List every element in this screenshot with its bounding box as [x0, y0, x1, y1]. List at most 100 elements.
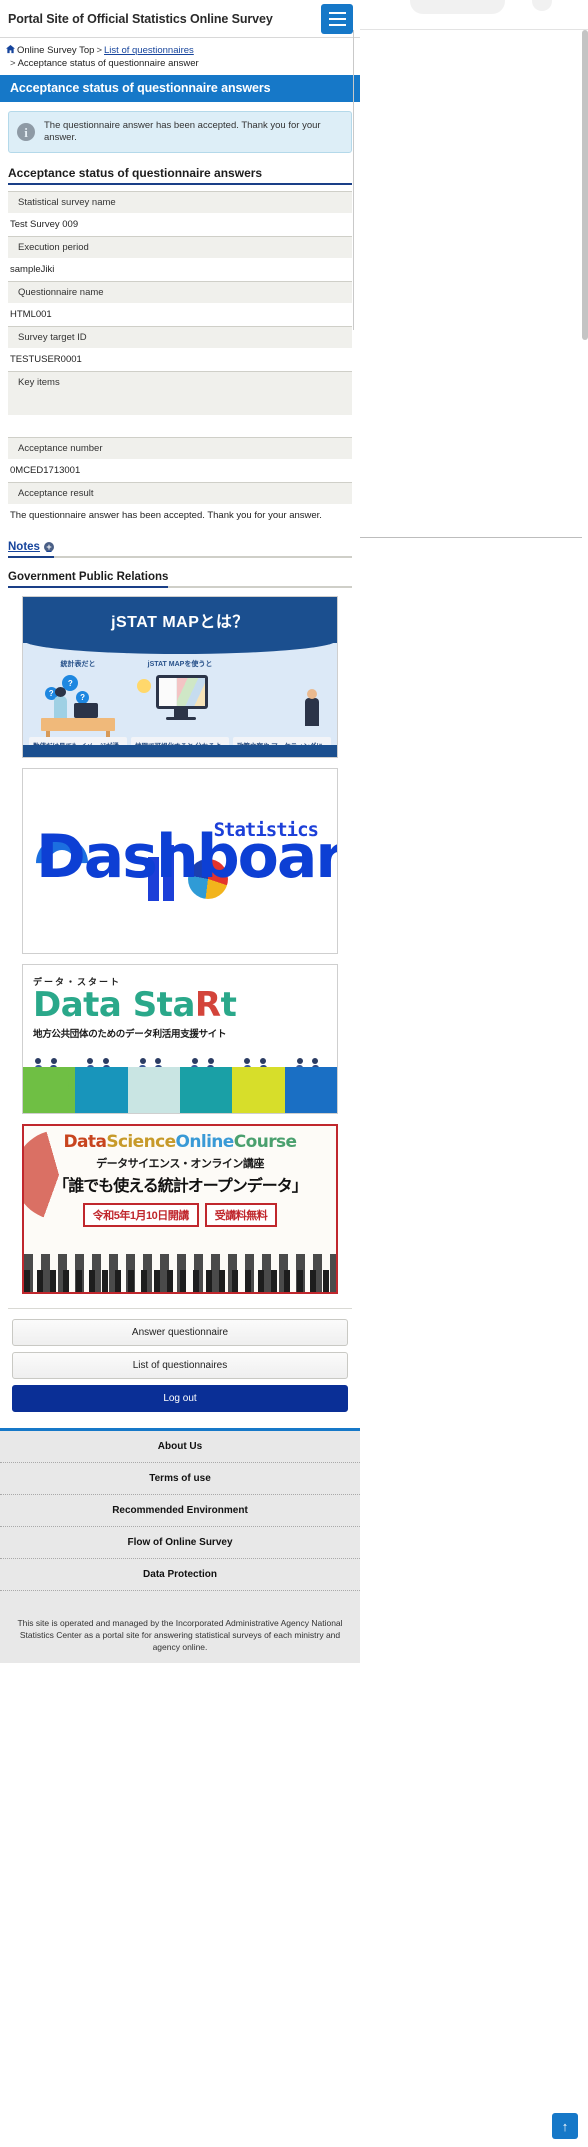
site-title: Portal Site of Official Statistics Onlin… — [8, 11, 273, 26]
detail-label: Statistical survey name — [8, 191, 352, 213]
breadcrumb: Online Survey Top > List of questionnaires… — [0, 38, 360, 75]
scroll-to-top-button[interactable]: ↑ — [552, 2113, 578, 2139]
section-heading: Acceptance status of questionnaire answe… — [8, 166, 352, 185]
acceptance-info-banner: i The questionnaire answer has been acce… — [8, 111, 352, 153]
breadcrumb-item-current: Acceptance status of questionnaire answe… — [17, 58, 199, 69]
puzzle-piece — [75, 1067, 136, 1113]
laptop-icon — [74, 703, 99, 718]
jstat-column-3-head — [233, 659, 331, 666]
footer-link-flow-of-online-survey[interactable]: Flow of Online Survey — [0, 1527, 360, 1559]
detail-value: sampleJiki — [10, 264, 55, 275]
footer-link-terms-of-use[interactable]: Terms of use — [0, 1463, 360, 1495]
site-header: Portal Site of Official Statistics Onlin… — [0, 0, 360, 38]
cityscape-decoration-front — [24, 1270, 336, 1292]
footer-note: This site is operated and managed by the… — [17, 1618, 343, 1652]
home-icon — [6, 45, 15, 54]
dashboard-banner[interactable]: Dashboard Statistics — [22, 768, 338, 954]
jstat-column-1: 統計表だと ? ? ? — [29, 659, 127, 745]
data-start-logo-r: R — [194, 985, 221, 1025]
detail-value: 0MCED1713001 — [10, 465, 81, 476]
dashboard-statistics-text: Statistics — [213, 819, 319, 841]
breadcrumb-separator: > — [96, 45, 103, 56]
page-scrollbar[interactable] — [582, 30, 588, 2147]
site-footer: About Us Terms of use Recommended Enviro… — [0, 1428, 360, 1663]
logout-button[interactable]: Log out — [12, 1385, 348, 1412]
data-start-logo-end: t — [220, 985, 237, 1025]
puzzle-piece — [127, 1067, 188, 1113]
monitor-screen — [159, 678, 206, 706]
map-legend-shape — [159, 678, 177, 706]
dsoc-title-online: Online — [175, 1132, 235, 1152]
footer-link-recommended-environment[interactable]: Recommended Environment — [0, 1495, 360, 1527]
answer-questionnaire-button[interactable]: Answer questionnaire — [12, 1319, 348, 1346]
jstat-banner-footer — [23, 745, 337, 757]
detail-label: Questionnaire name — [8, 281, 352, 303]
viewport-divider — [353, 30, 354, 330]
detail-value: The questionnaire answer has been accept… — [10, 510, 322, 521]
hamburger-menu-icon[interactable] — [321, 4, 353, 34]
jstat-banner-title: jSTAT MAPとは？ — [111, 614, 249, 631]
jstat-banner-columns: 統計表だと ? ? ? jSTAT MAPを使うと — [23, 643, 337, 745]
scrollbar-thumb[interactable] — [582, 30, 588, 340]
detail-label: Execution period — [8, 236, 352, 258]
list-of-questionnaires-button[interactable]: List of questionnaires — [12, 1352, 348, 1379]
notes-section-header: Notes + — [8, 541, 352, 558]
detail-value: HTML001 — [10, 309, 52, 320]
data-start-subtitle: 地方公共団体のためのデータ利活用支援サイト — [33, 1028, 227, 1040]
dashboard-logo-group: Dashboard Statistics — [25, 801, 337, 921]
page-viewport: Portal Site of Official Statistics Onlin… — [0, 0, 360, 2147]
jstat-illustration-2 — [131, 673, 229, 733]
jstat-column-2: jSTAT MAPを使うと — [131, 659, 229, 733]
dsoc-badge-free: 受講料無料 — [204, 1203, 278, 1227]
footer-link-data-protection[interactable]: Data Protection — [0, 1559, 360, 1591]
hamburger-line — [328, 24, 346, 26]
footer-nav: About Us Terms of use Recommended Enviro… — [0, 1431, 360, 1591]
notes-label: Notes — [8, 541, 40, 553]
breadcrumb-separator: > — [10, 58, 16, 69]
data-start-banner[interactable]: データ・スタート Data StaRt 地方公共団体のためのデータ利活用支援サイ… — [22, 964, 338, 1114]
lightbulb-icon — [136, 679, 151, 693]
main-content: i The questionnaire answer has been acce… — [0, 111, 360, 1412]
monitor-base — [166, 717, 197, 720]
jstat-column-3 — [233, 659, 331, 733]
businessperson-icon — [305, 689, 320, 726]
footer-link-about-us[interactable]: About Us — [0, 1431, 360, 1463]
jstat-column-1-head: 統計表だと — [60, 661, 96, 668]
horizontal-rule-right — [360, 537, 588, 538]
dsoc-title-course: Course — [233, 1132, 297, 1152]
detail-value: Test Survey 009 — [10, 219, 79, 230]
public-relations-title: Government Public Relations — [8, 571, 169, 588]
jstat-banner-header: jSTAT MAPとは？ — [23, 597, 337, 654]
detail-label: Acceptance result — [8, 482, 352, 504]
monitor-stand — [174, 709, 189, 717]
breadcrumb-item-list[interactable]: List of questionnaires — [104, 45, 194, 56]
monitor-icon — [156, 675, 209, 709]
hamburger-line — [328, 18, 346, 20]
puzzle-piece — [232, 1067, 293, 1113]
action-buttons: Answer questionnaire List of questionnai… — [8, 1308, 352, 1412]
browser-chrome-area — [360, 0, 588, 2147]
data-start-logo: Data StaRt — [33, 985, 327, 1025]
jstat-illustration-3 — [233, 670, 331, 730]
jstat-map-banner[interactable]: jSTAT MAPとは？ 統計表だと ? ? ? jSTAT MAPを使うと — [22, 596, 338, 758]
arrow-up-icon: ↑ — [561, 2118, 569, 2134]
screenshot-root: Portal Site of Official Statistics Onlin… — [0, 0, 588, 2147]
acceptance-details-table: Statistical survey name Test Survey 009 … — [8, 191, 352, 527]
map-shape — [176, 678, 206, 706]
data-science-online-course-banner[interactable]: DataScienceOnlineCourse データサイエンス・オンライン講座… — [22, 1124, 338, 1294]
data-start-logo-main: Data Sta — [33, 985, 195, 1025]
notes-toggle-link[interactable]: Notes + — [8, 541, 54, 558]
detail-value — [8, 415, 352, 437]
detail-key-items-spacer — [8, 393, 352, 415]
detail-value: TESTUSER0001 — [10, 354, 82, 365]
browser-tab-shape — [410, 0, 505, 14]
puzzle-piece — [284, 1067, 337, 1113]
detail-label: Acceptance number — [8, 437, 352, 459]
plus-circle-icon[interactable]: + — [43, 542, 54, 552]
acceptance-info-message: The questionnaire answer has been accept… — [44, 120, 321, 143]
info-icon: i — [17, 123, 35, 141]
puzzle-piece — [179, 1067, 240, 1113]
puzzle-piece — [23, 1067, 83, 1113]
detail-label: Survey target ID — [8, 326, 352, 348]
breadcrumb-item-home[interactable]: Online Survey Top — [17, 45, 94, 56]
